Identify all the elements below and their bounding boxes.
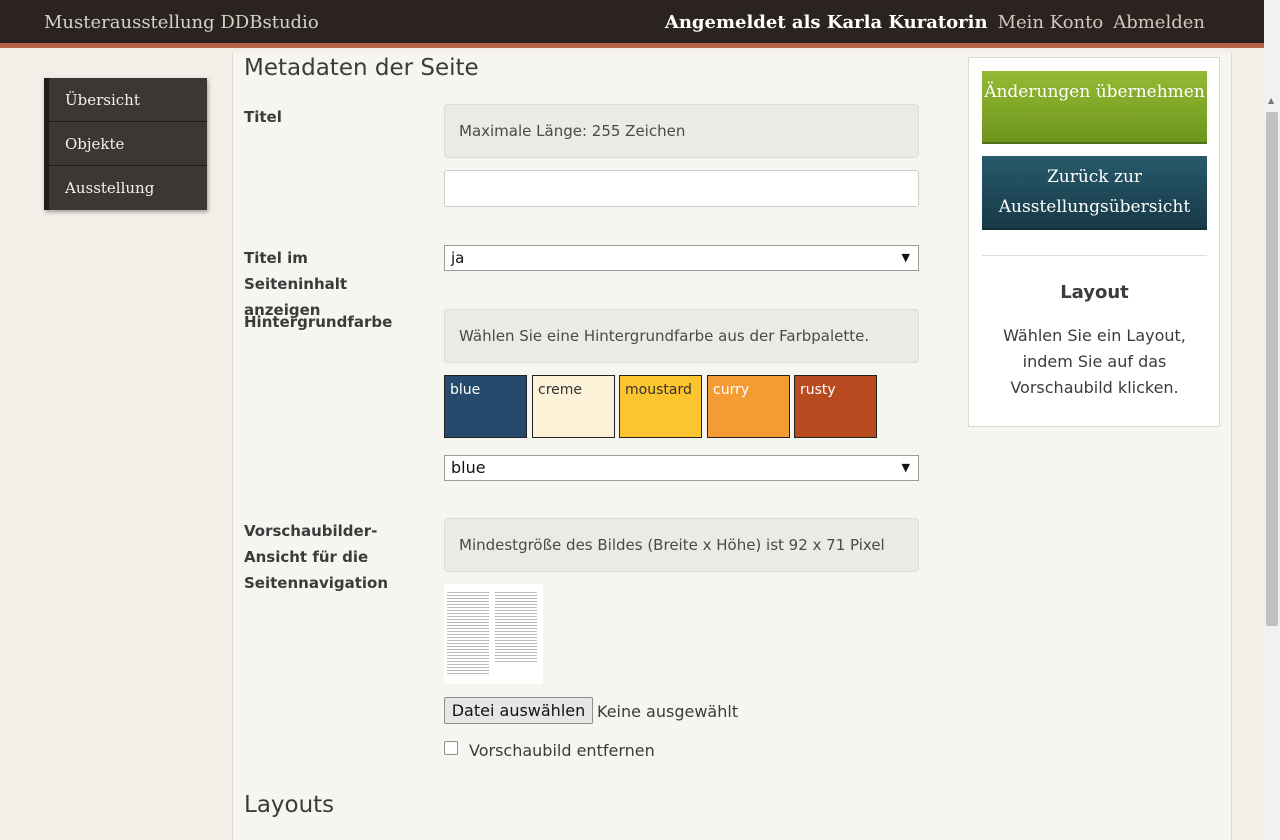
logout-link[interactable]: Abmelden (1113, 12, 1205, 33)
swatch-label: moustard (625, 382, 692, 398)
vertical-scrollbar[interactable]: ▲ (1264, 0, 1280, 840)
swatch-label: rusty (800, 382, 836, 398)
panel-divider (982, 255, 1207, 256)
thumbnail-text-column (447, 592, 489, 676)
brand-title[interactable]: Musterausstellung DDBstudio (44, 12, 319, 33)
file-status: Keine ausgewählt (597, 702, 739, 721)
swatch-blue[interactable]: blue (444, 375, 527, 438)
title-hint: Maximale Länge: 255 Zeichen (444, 104, 919, 158)
layout-instructions: Wählen Sie ein Layout, indem Sie auf das… (1003, 326, 1186, 397)
thumbnail-hint: Mindestgröße des Bildes (Breite x Höhe) … (444, 518, 919, 572)
background-hint: Wählen Sie eine Hintergrundfarbe aus der… (444, 309, 919, 363)
layout-title: Layout (1060, 282, 1129, 303)
swatch-label: creme (538, 382, 583, 398)
swatch-creme[interactable]: creme (532, 375, 615, 438)
dropdown-arrow-icon: ▼ (901, 251, 910, 264)
sidebar-item-overview[interactable]: Übersicht (44, 78, 207, 122)
swatch-rusty[interactable]: rusty (794, 375, 877, 438)
background-select[interactable]: blue ▼ (444, 455, 919, 481)
remove-thumbnail-label[interactable]: Vorschaubild entfernen (469, 741, 655, 760)
background-label: Hintergrundfarbe (244, 313, 393, 331)
logged-in-user: Angemeldet als Karla Kuratorin (664, 12, 988, 33)
layouts-title: Layouts (244, 792, 335, 818)
thumbnail-label: Vorschaubilder-Ansicht für die Seitennav… (244, 522, 389, 592)
thumbnail-preview-image (444, 584, 543, 684)
show-title-value: ja (451, 249, 465, 267)
dropdown-arrow-icon: ▼ (901, 461, 910, 474)
show-title-select[interactable]: ja ▼ (444, 245, 919, 271)
swatch-moustard[interactable]: moustard (619, 375, 702, 438)
top-nav: Angemeldet als Karla Kuratorin Mein Kont… (665, 12, 1205, 33)
choose-file-button[interactable]: Datei auswählen (444, 697, 593, 724)
swatch-curry[interactable]: curry (707, 375, 790, 438)
thumbnail-text-column (495, 592, 537, 664)
title-input[interactable] (444, 170, 919, 207)
background-value: blue (451, 458, 486, 477)
my-account-link[interactable]: Mein Konto (998, 12, 1104, 33)
page-title: Metadaten der Seite (244, 55, 479, 81)
top-bar: Musterausstellung DDBstudio Angemeldet a… (0, 0, 1264, 48)
apply-changes-button[interactable]: Änderungen übernehmen (982, 71, 1207, 144)
remove-thumbnail-checkbox[interactable] (444, 741, 458, 755)
back-to-overview-button[interactable]: Zurück zur Ausstellungsübersicht (982, 156, 1207, 230)
swatch-label: curry (713, 382, 750, 398)
sidebar-menu: Übersicht Objekte Ausstellung (44, 78, 207, 210)
sidebar-item-objects[interactable]: Objekte (44, 122, 207, 166)
scroll-up-icon[interactable]: ▲ (1268, 96, 1274, 105)
swatch-label: blue (450, 382, 481, 398)
scrollbar-thumb[interactable] (1266, 112, 1278, 626)
title-label: Titel (244, 108, 282, 126)
sidebar-item-exhibition[interactable]: Ausstellung (44, 166, 207, 210)
